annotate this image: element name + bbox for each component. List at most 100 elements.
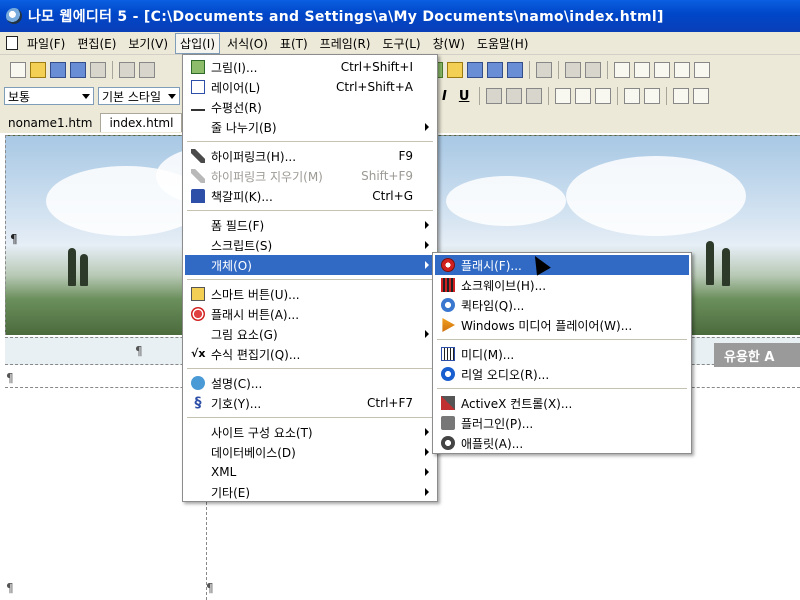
menu-item-script[interactable]: 스크립트(S): [185, 235, 435, 255]
new-document-icon[interactable]: [10, 62, 26, 78]
submenu-arrow-icon: [425, 428, 429, 436]
underline-button[interactable]: U: [459, 89, 470, 104]
submenu-item-shockwave[interactable]: 쇼크웨이브(H)...: [435, 275, 689, 295]
document-icon[interactable]: [6, 36, 18, 50]
menu-item-layer[interactable]: 레이어(L) Ctrl+Shift+A: [185, 77, 435, 97]
open-folder-icon[interactable]: [30, 62, 46, 78]
menu-window[interactable]: 창(W): [428, 33, 470, 54]
submenu-item-windows-media-player[interactable]: Windows 미디어 플레이어(W)...: [435, 315, 689, 335]
menu-item-flash-button[interactable]: 플래시 버튼(A)...: [185, 304, 435, 324]
base-style-select[interactable]: 기본 스타일: [98, 87, 180, 105]
menu-item-picture-element[interactable]: 그림 요소(G): [185, 324, 435, 344]
menu-item-site-component[interactable]: 사이트 구성 요소(T): [185, 422, 435, 442]
menu-view[interactable]: 보기(V): [123, 33, 173, 54]
flash-button-icon: [191, 307, 205, 321]
submenu-item-activex[interactable]: ActiveX 컨트롤(X)...: [435, 393, 689, 413]
submenu-item-applet[interactable]: 애플릿(A)...: [435, 433, 689, 453]
toolbar-separator: [548, 87, 550, 105]
menu-item-label: 리얼 오디오(R)...: [461, 367, 550, 382]
numbered-list-icon[interactable]: [624, 88, 641, 104]
font-color-icon[interactable]: [486, 88, 503, 104]
menu-table[interactable]: 표(T): [275, 33, 313, 54]
paragraph-mark-icon[interactable]: [634, 62, 650, 78]
submenu-item-midi[interactable]: 미디(M)...: [435, 344, 689, 364]
align-right-icon[interactable]: [595, 88, 612, 104]
align-center-icon[interactable]: [575, 88, 592, 104]
title-bar[interactable]: 나모 웹에디터 5 - [C:\Documents and Settings\a…: [0, 0, 800, 32]
menu-separator: [437, 388, 687, 389]
menu-item-bookmark[interactable]: 책갈피(K)... Ctrl+G: [185, 186, 435, 206]
menu-item-symbol[interactable]: § 기호(Y)... Ctrl+F7: [185, 393, 435, 413]
chevron-down-icon: [82, 93, 90, 99]
nav-button-label: 유용한 A: [724, 349, 775, 365]
toolbar-separator: [617, 87, 619, 105]
menu-item-shortcut: Ctrl+G: [372, 189, 413, 203]
paragraph-style-select[interactable]: 보통: [4, 87, 94, 105]
paragraph-style-value: 보통: [8, 89, 31, 104]
menu-item-formula-editor[interactable]: √x 수식 편집기(Q)...: [185, 344, 435, 364]
toolbar-separator: [112, 61, 113, 79]
print-icon[interactable]: [119, 62, 135, 78]
menu-item-hyperlink[interactable]: 하이퍼링크(H)... F9: [185, 146, 435, 166]
clear-format-icon[interactable]: [526, 88, 543, 104]
menu-item-form-field[interactable]: 폼 필드(F): [185, 215, 435, 235]
menu-insert[interactable]: 삽입(I): [175, 32, 221, 54]
menu-item-label: 하이퍼링크(H)...: [211, 149, 297, 164]
insert-layer-icon[interactable]: [487, 62, 503, 78]
menu-item-shortcut: F9: [398, 149, 413, 163]
menu-file[interactable]: 파일(F): [22, 33, 70, 54]
menu-item-comment[interactable]: 설명(C)...: [185, 373, 435, 393]
window-title: 나모 웹에디터 5 - [C:\Documents and Settings\a…: [28, 9, 664, 25]
nav-useful-links-button[interactable]: 유용한 A: [714, 343, 800, 367]
menu-tools[interactable]: 도구(L): [377, 33, 425, 54]
menu-help[interactable]: 도움말(H): [472, 33, 534, 54]
menu-item-object[interactable]: 개체(O): [185, 255, 435, 275]
outdent-icon[interactable]: [673, 88, 690, 104]
unlink-toolbar-icon[interactable]: [585, 62, 601, 78]
save-icon[interactable]: [50, 62, 66, 78]
submenu-item-flash[interactable]: 플래시(F)...: [435, 255, 689, 275]
show-borders-icon[interactable]: [674, 62, 690, 78]
menu-item-xml[interactable]: XML: [185, 462, 435, 482]
show-spaces-icon[interactable]: [654, 62, 670, 78]
indent-icon[interactable]: [693, 88, 710, 104]
menu-item-picture[interactable]: 그림(I)... Ctrl+Shift+I: [185, 57, 435, 77]
menu-item-line-break[interactable]: 줄 나누기(B): [185, 117, 435, 137]
horizontal-rule-icon: [191, 109, 205, 111]
bullet-list-icon[interactable]: [644, 88, 661, 104]
save-all-icon[interactable]: [70, 62, 86, 78]
blank-icon: [191, 238, 205, 252]
menu-format[interactable]: 서식(O): [222, 33, 273, 54]
tab-index[interactable]: index.html: [100, 113, 183, 132]
tab-noname1[interactable]: noname1.htm: [0, 114, 100, 132]
menu-item-shortcut: Ctrl+F7: [367, 396, 413, 410]
show-grid-icon[interactable]: [614, 62, 630, 78]
submenu-item-quicktime[interactable]: 퀵타임(Q)...: [435, 295, 689, 315]
preview-icon[interactable]: [139, 62, 155, 78]
menu-item-database[interactable]: 데이터베이스(D): [185, 442, 435, 462]
tree: [722, 248, 730, 286]
menu-item-shortcut: Ctrl+Shift+A: [336, 80, 413, 94]
insert-frame-icon[interactable]: [507, 62, 523, 78]
applet-icon: [441, 436, 455, 450]
toolbar-separator: [558, 61, 559, 79]
insert-table-icon[interactable]: [467, 62, 483, 78]
magic-wand-icon[interactable]: [536, 62, 552, 78]
hyperlink-toolbar-icon[interactable]: [565, 62, 581, 78]
edit-picture-icon[interactable]: [447, 62, 463, 78]
menu-frame[interactable]: 프레임(R): [315, 33, 376, 54]
hyperlink-icon: [191, 149, 205, 163]
highlight-color-icon[interactable]: [506, 88, 523, 104]
menu-item-horizontal-rule[interactable]: 수평선(R): [185, 97, 435, 117]
submenu-item-plugin[interactable]: 플러그인(P)...: [435, 413, 689, 433]
plugin-icon: [441, 416, 455, 430]
publish-icon[interactable]: [90, 62, 106, 78]
submenu-item-real-audio[interactable]: 리얼 오디오(R)...: [435, 364, 689, 384]
menu-item-smart-button[interactable]: 스마트 버튼(U)...: [185, 284, 435, 304]
zoom-icon[interactable]: [694, 62, 710, 78]
italic-button[interactable]: I: [442, 89, 447, 104]
menu-item-label: 기타(E): [211, 485, 251, 500]
menu-item-other[interactable]: 기타(E): [185, 482, 435, 502]
menu-edit[interactable]: 편집(E): [72, 33, 121, 54]
align-left-icon[interactable]: [555, 88, 572, 104]
